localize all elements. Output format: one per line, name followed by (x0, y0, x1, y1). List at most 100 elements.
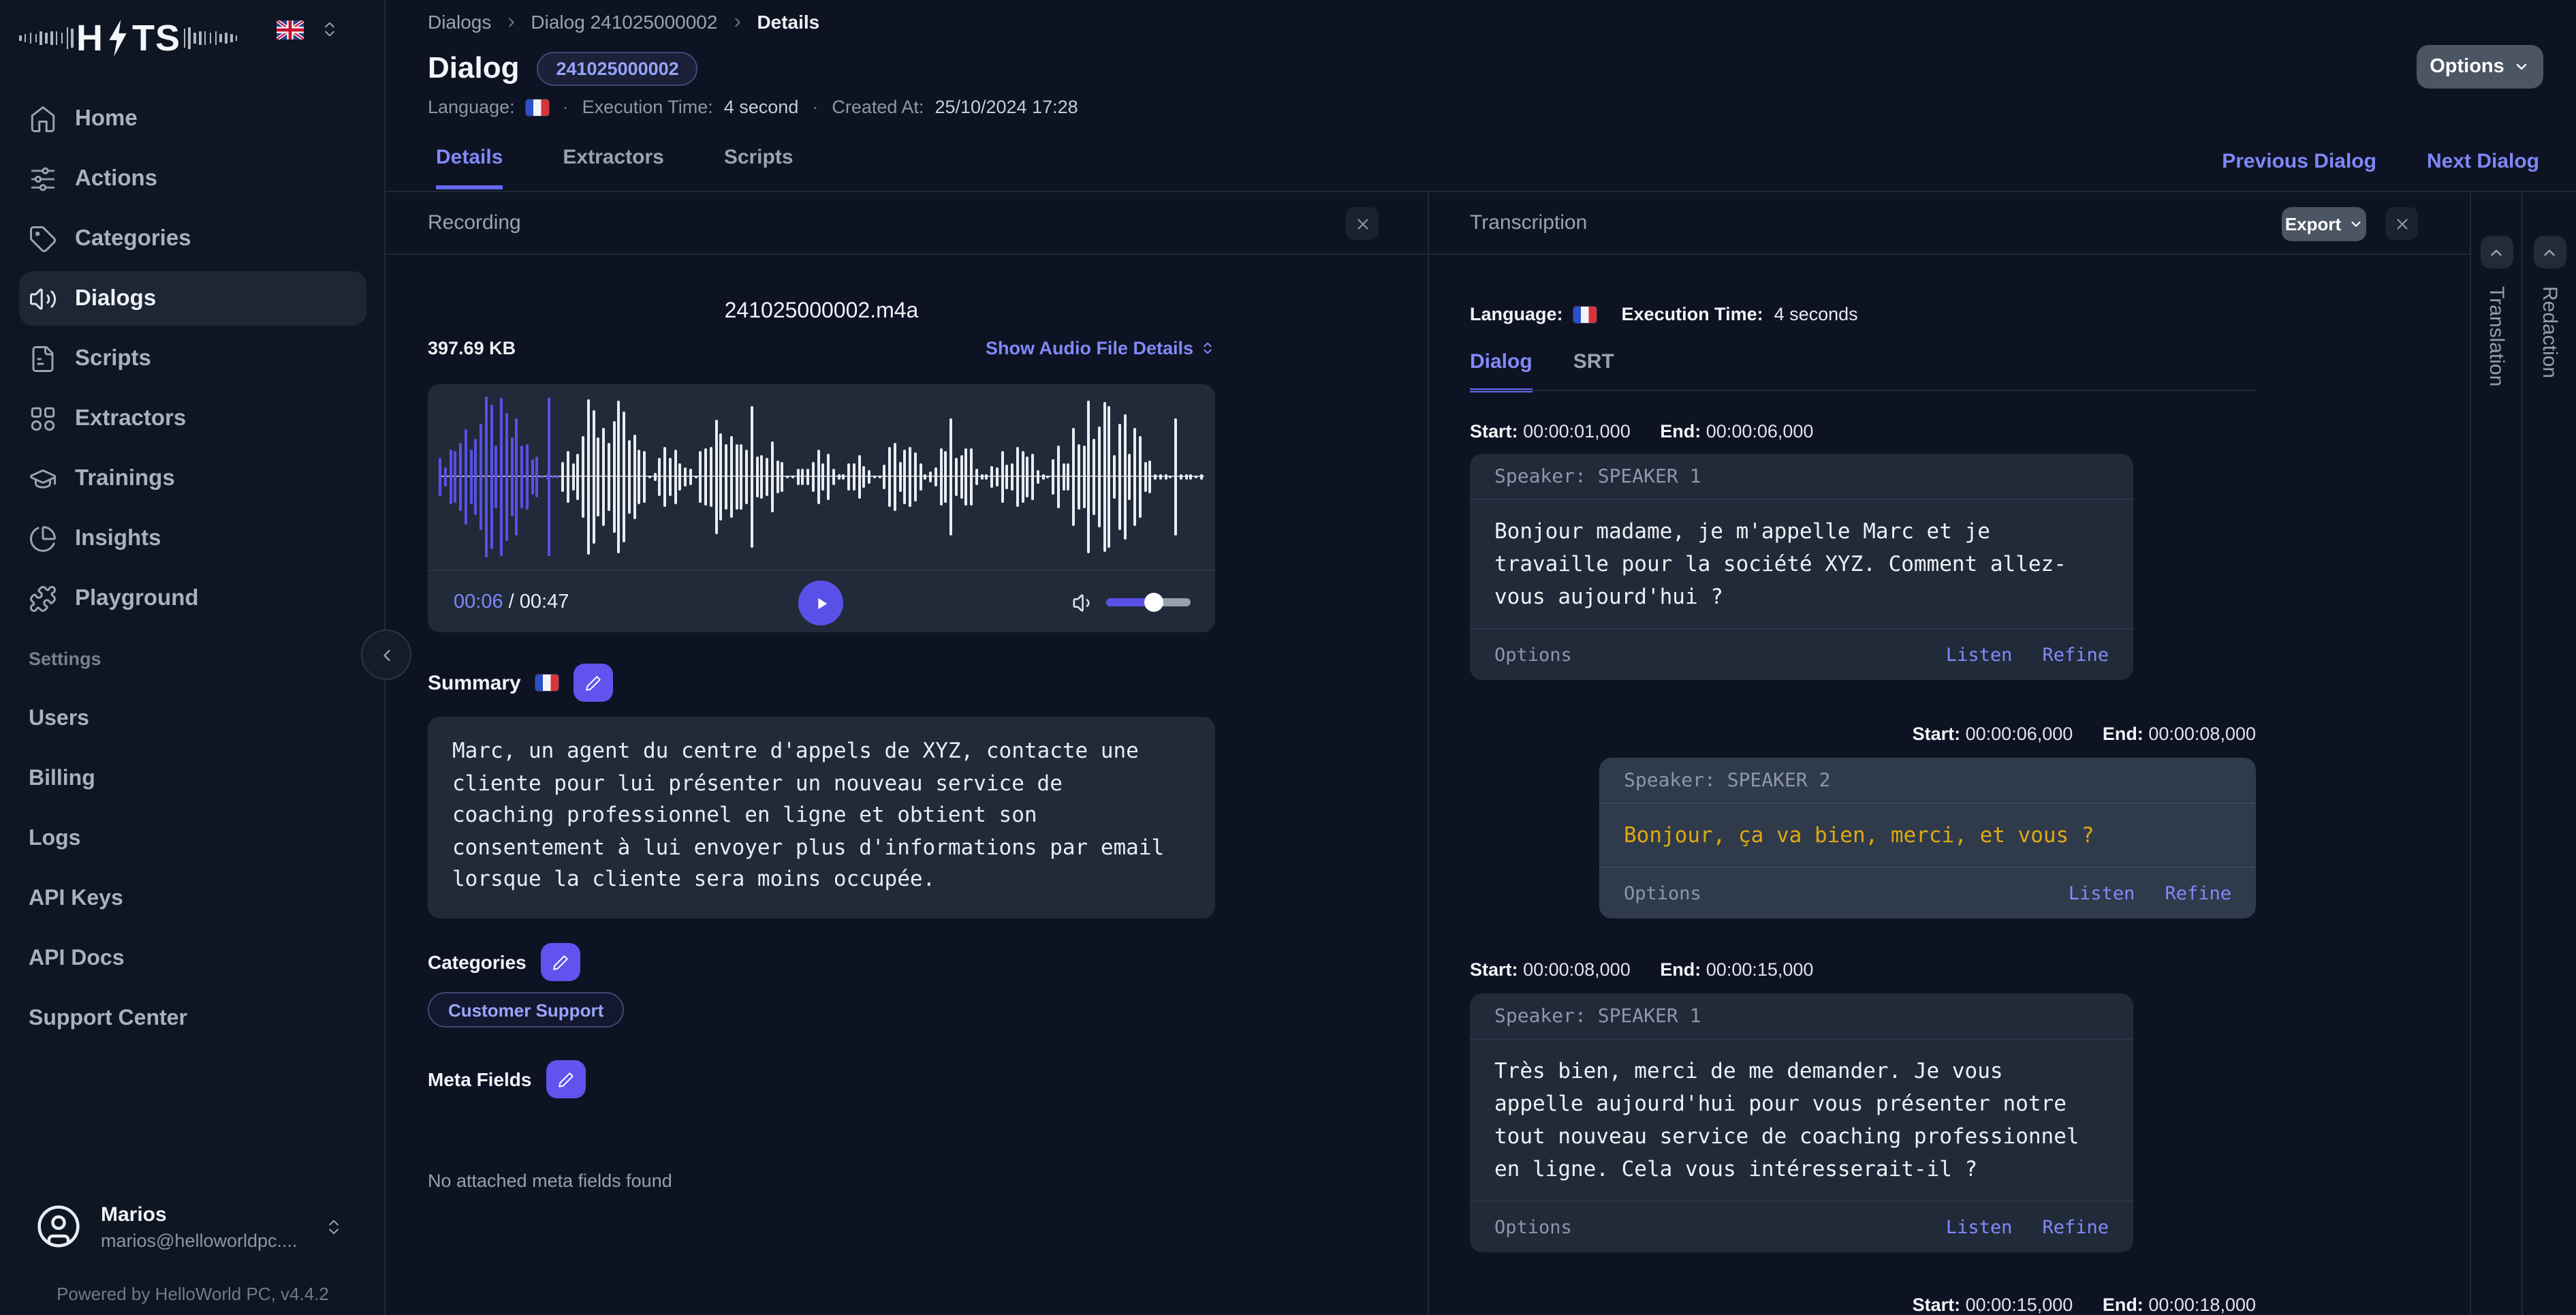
logo-row: H TS (0, 0, 386, 76)
chevron-left-icon (383, 649, 390, 661)
execution-time-value: 4 second (723, 97, 799, 117)
sidebar-item-label: Actions (75, 166, 158, 190)
volume-slider[interactable] (1106, 593, 1191, 612)
sidebar-item-dialogs[interactable]: Dialogs (19, 271, 366, 326)
pencil-icon (553, 955, 569, 970)
sidebar-item-logs[interactable]: Logs (0, 812, 386, 867)
logo-waveform-right-icon (183, 18, 238, 59)
logo-letters-ts: TS (132, 17, 181, 58)
sidebar-item-scripts[interactable]: Scripts (19, 331, 366, 386)
sidebar-item-actions[interactable]: Actions (19, 151, 366, 206)
tab-dialog[interactable]: Dialog (1470, 350, 1533, 392)
recording-panel-body: 241025000002.m4a 397.69 KB Show Audio Fi… (386, 255, 1428, 1315)
listen-link[interactable]: Listen (1946, 1216, 2013, 1238)
sidebar-item-home[interactable]: Home (19, 91, 366, 146)
created-at-value: 25/10/2024 17:28 (934, 97, 1078, 117)
volume-thumb[interactable] (1144, 593, 1163, 612)
uk-flag-icon (277, 20, 304, 39)
sidebar-item-api-keys[interactable]: API Keys (0, 872, 386, 927)
transcription-close-button[interactable] (2385, 207, 2418, 240)
listen-link[interactable]: Listen (1946, 644, 2013, 666)
chevron-right-icon (508, 17, 514, 27)
previous-dialog-link[interactable]: Previous Dialog (2222, 150, 2376, 173)
edit-summary-button[interactable] (574, 664, 614, 702)
edit-meta-fields-button[interactable] (546, 1060, 586, 1098)
close-icon (1357, 218, 1368, 229)
sidebar-item-label: Categories (75, 226, 191, 250)
export-button[interactable]: Export (2282, 207, 2366, 241)
user-texts: Marios marios@helloworldpc.... (101, 1203, 316, 1250)
transcription-tabs: Dialog SRT (1470, 350, 1614, 392)
refine-link[interactable]: Refine (2042, 644, 2109, 666)
redaction-tab-label[interactable]: Redaction (2538, 286, 2561, 378)
sidebar-item-api-docs[interactable]: API Docs (0, 932, 386, 987)
sidebar-item-extractors[interactable]: Extractors (19, 391, 366, 446)
edit-categories-button[interactable] (541, 943, 581, 981)
language-label: Language: (428, 97, 515, 117)
main-area: Dialogs Dialog 241025000002 Details Dial… (386, 0, 2576, 1315)
entry-times: Start: 00:00:15,000 End: 00:00:18,000 (1913, 1295, 2256, 1315)
options-link[interactable]: Options (1494, 644, 1572, 666)
audio-filename: 241025000002.m4a (724, 300, 919, 323)
expand-translation-button[interactable] (2480, 236, 2513, 268)
entry-times: Start: 00:00:08,000 End: 00:00:15,000 (1470, 959, 1813, 980)
entry-times: Start: 00:00:06,000 End: 00:00:08,000 (1913, 724, 2256, 744)
french-flag-icon (1573, 306, 1597, 322)
show-audio-details-link[interactable]: Show Audio File Details (986, 338, 1215, 358)
user-menu[interactable]: Marios marios@helloworldpc.... (0, 1194, 386, 1259)
sliders-icon (31, 166, 55, 191)
recording-close-button[interactable] (1346, 207, 1379, 240)
tab-extractors[interactable]: Extractors (563, 146, 663, 189)
sidebar-item-categories[interactable]: Categories (19, 211, 366, 266)
refine-link[interactable]: Refine (2165, 882, 2231, 904)
translation-tab-label[interactable]: Translation (2485, 286, 2508, 386)
volume-icon[interactable] (1072, 591, 1095, 614)
execution-time-value: 4 seconds (1774, 304, 1858, 324)
recording-panel-title: Recording (428, 211, 521, 234)
breadcrumb-dialogs[interactable]: Dialogs (428, 11, 491, 33)
options-link[interactable]: Options (1494, 1216, 1572, 1238)
transcription-meta-row: Language: Execution Time: 4 seconds (1470, 304, 1858, 324)
categories-header: Categories (428, 943, 581, 981)
expand-redaction-button[interactable] (2533, 236, 2566, 268)
sidebar-item-playground[interactable]: Playground (19, 571, 366, 625)
playhead-cursor[interactable] (548, 398, 550, 556)
breadcrumb-dialog-id[interactable]: Dialog 241025000002 (531, 11, 717, 33)
start-label: Start: (1912, 1295, 1961, 1315)
sidebar-item-label: Scripts (75, 345, 151, 370)
tab-details[interactable]: Details (436, 146, 503, 189)
tab-srt[interactable]: SRT (1573, 350, 1614, 392)
file-size: 397.69 KB (428, 338, 516, 358)
sidebar-item-insights[interactable]: Insights (19, 511, 366, 566)
play-button[interactable] (798, 581, 843, 625)
category-badge[interactable]: Customer Support (428, 992, 625, 1027)
language-switcher[interactable] (277, 19, 339, 40)
card-footer: Options Listen Refine (1470, 628, 2133, 680)
user-name: Marios (101, 1203, 167, 1226)
dialog-id-badge[interactable]: 241025000002 (537, 51, 698, 85)
transcript-text: Bonjour madame, je m'appelle Marc et je … (1494, 519, 2067, 609)
sidebar-item-users[interactable]: Users (0, 692, 386, 747)
french-flag-icon (535, 675, 559, 691)
sidebar-collapse-button[interactable] (361, 630, 411, 680)
breadcrumb-details: Details (757, 11, 820, 33)
options-link[interactable]: Options (1624, 882, 1701, 904)
refine-link[interactable]: Refine (2042, 1216, 2109, 1238)
transcription-panel-header: Transcription Export (1429, 192, 2470, 255)
french-flag-icon (525, 99, 549, 115)
tag-icon (30, 226, 56, 251)
volume-controls (1072, 571, 1191, 634)
options-button[interactable]: Options (2417, 45, 2543, 89)
waveform[interactable] (428, 384, 1215, 570)
app-logo[interactable]: H TS (19, 17, 238, 59)
sidebar-item-label: Dialogs (75, 285, 157, 310)
transcript-text: Très bien, merci de me demander. Je vous… (1494, 1059, 2079, 1181)
tab-scripts[interactable]: Scripts (724, 146, 794, 189)
sidebar-item-trainings[interactable]: Trainings (19, 451, 366, 506)
listen-link[interactable]: Listen (2069, 882, 2135, 904)
sidebar-item-support-center[interactable]: Support Center (0, 992, 386, 1047)
next-dialog-link[interactable]: Next Dialog (2427, 150, 2539, 173)
sidebar-item-billing[interactable]: Billing (0, 752, 386, 807)
dot-separator: · (562, 97, 569, 117)
card-footer: Options Listen Refine (1599, 867, 2256, 918)
